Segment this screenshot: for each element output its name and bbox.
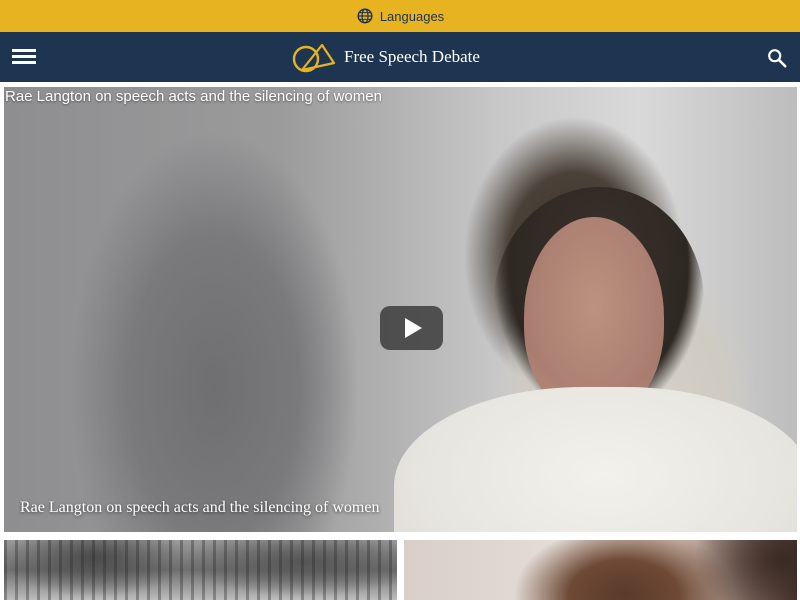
site-brand-link[interactable]: Free Speech Debate [292,40,480,74]
languages-label: Languages [379,8,445,24]
menu-icon[interactable] [12,46,36,68]
featured-video[interactable]: Rae Langton on speech acts and the silen… [4,87,797,532]
language-bar: Languages [0,0,800,32]
video-frame-shoulders [394,387,797,532]
site-title: Free Speech Debate [344,47,480,66]
languages-button[interactable]: Languages [356,7,444,25]
search-icon[interactable] [766,47,788,69]
thumbnail-portrait[interactable] [404,540,797,600]
video-embedded-title[interactable]: Rae Langton on speech acts and the silen… [5,88,797,105]
free-speech-debate-logo [292,43,336,73]
play-icon[interactable] [380,306,443,350]
globe-icon [357,8,373,24]
thumbnail-crowd[interactable] [4,540,397,600]
video-caption[interactable]: Rae Langton on speech acts and the silen… [20,499,379,517]
site-header: Free Speech Debate [0,32,800,82]
